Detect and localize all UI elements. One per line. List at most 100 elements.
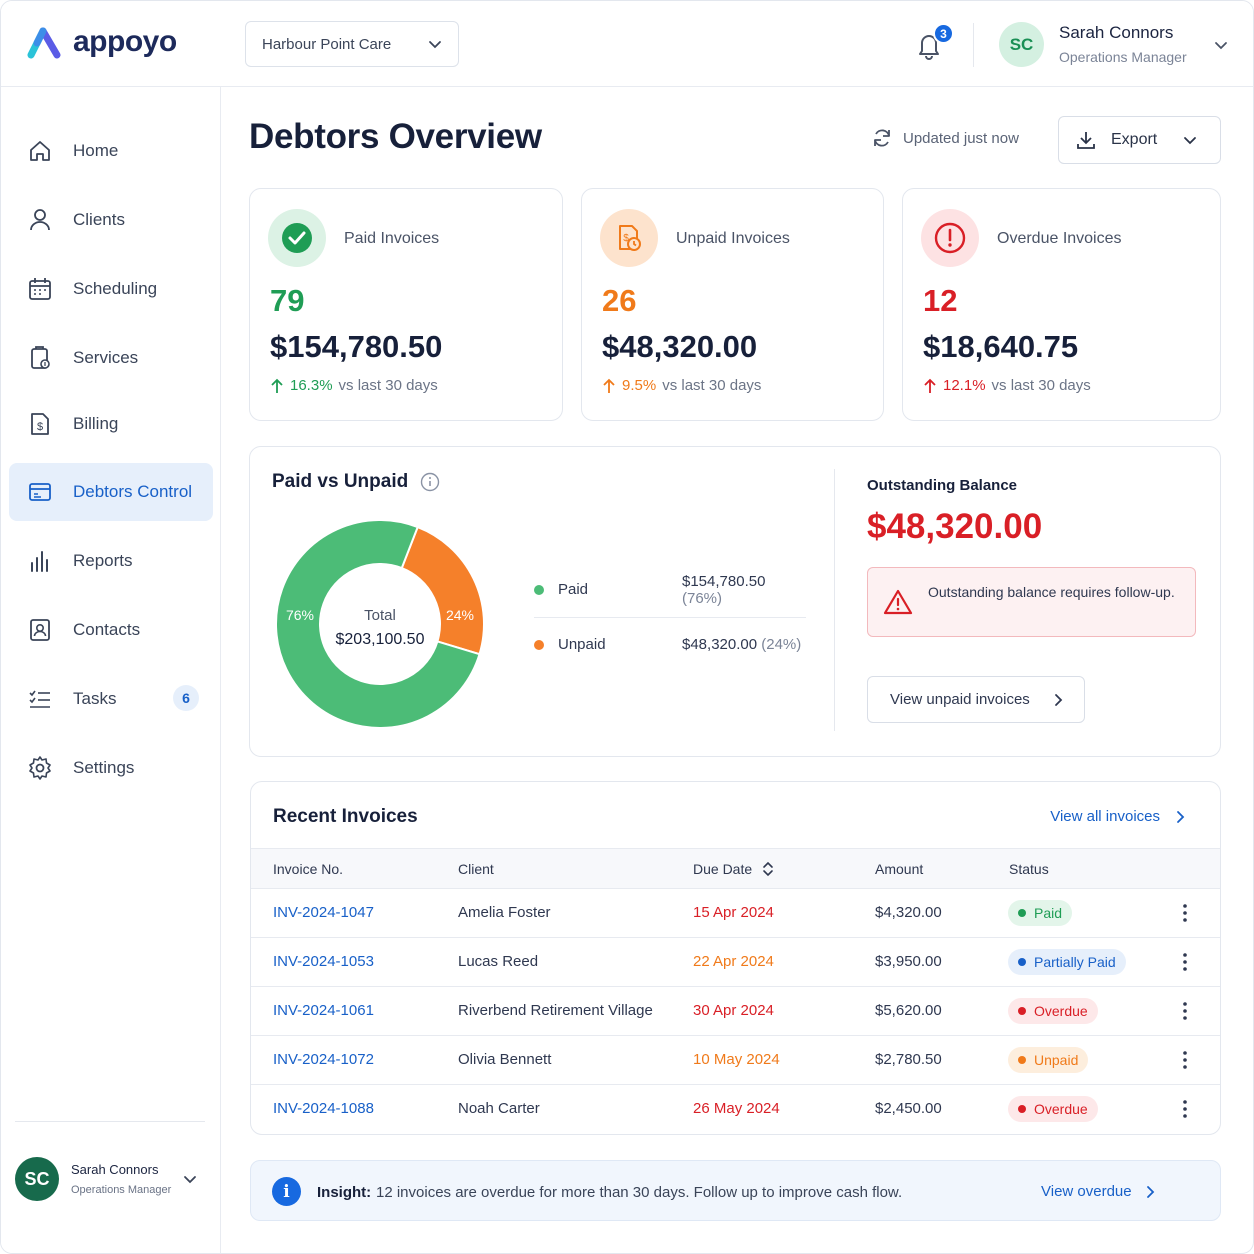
kpi-card-paid[interactable]: Paid Invoices 79 $154,780.50 16.3% vs la…: [249, 188, 563, 421]
more-options-icon[interactable]: [1181, 903, 1189, 923]
brand-logo[interactable]: appoyo: [27, 25, 177, 59]
button-label: View unpaid invoices: [890, 691, 1030, 708]
column-header-due-date[interactable]: Due Date: [693, 861, 774, 877]
legend-percent: (24%): [761, 636, 802, 653]
chevron-down-icon: [1184, 137, 1197, 145]
avatar[interactable]: SC: [999, 22, 1044, 67]
status-label: Partially Paid: [1034, 954, 1116, 970]
chevron-down-icon[interactable]: [1213, 37, 1229, 53]
table-row[interactable]: INV-2024-1088 Noah Carter 26 May 2024 $2,45…: [251, 1085, 1220, 1134]
legend-amount: $154,780.50: [682, 572, 766, 590]
page-title: Debtors Overview: [249, 117, 542, 156]
export-label: Export: [1111, 131, 1158, 148]
link-label: View overdue: [1041, 1183, 1132, 1200]
insight-text: 12 invoices are overdue for more than 30…: [376, 1184, 903, 1201]
table-row[interactable]: INV-2024-1072 Olivia Bennett 10 May 2024 $2…: [251, 1036, 1220, 1085]
chevron-right-icon: [1054, 693, 1063, 706]
more-options-icon[interactable]: [1181, 1099, 1189, 1119]
sidebar-item-label: Home: [73, 141, 119, 160]
sidebar-item-label: Contacts: [73, 620, 141, 639]
donut-center-label: Total: [364, 607, 396, 624]
more-options-icon[interactable]: [1181, 952, 1189, 972]
legend-amount: $48,320.00: [682, 636, 758, 653]
sidebar-item-tasks[interactable]: Tasks 6: [9, 670, 213, 728]
sidebar-divider: [15, 1121, 205, 1122]
view-overdue-link[interactable]: View overdue: [1041, 1183, 1156, 1200]
view-unpaid-invoices-button[interactable]: View unpaid invoices: [867, 676, 1085, 723]
sidebar-item-label: Settings: [73, 758, 135, 777]
calendar-icon: [29, 278, 51, 300]
top-bar: appoyo Harbour Point Care 3 SC Sarah Con…: [1, 1, 1253, 87]
table-row[interactable]: INV-2024-1061 Riverbend Retirement Villag…: [251, 987, 1220, 1036]
client-name: Amelia Foster: [458, 904, 551, 921]
table-row[interactable]: INV-2024-1047 Amelia Foster 15 Apr 2024 $4,…: [251, 889, 1220, 938]
status-dot: [1018, 1105, 1026, 1113]
insight-banner: i Insight: 12 invoices are overdue for m…: [250, 1160, 1221, 1221]
appoyo-logo-icon: [27, 27, 61, 59]
status-dot: [1018, 909, 1026, 917]
kpi-card-unpaid[interactable]: $ Unpaid Invoices 26 $48,320.00 9.5% vs …: [581, 188, 884, 421]
arrow-up-icon: [924, 378, 936, 393]
status-label: Paid: [1034, 905, 1063, 921]
column-header[interactable]: Client: [458, 861, 494, 877]
sidebar-item-settings[interactable]: Settings: [9, 739, 213, 797]
kpi-change: 12.1%: [943, 377, 986, 394]
invoice-number-link[interactable]: INV-2024-1047: [273, 904, 374, 921]
kpi-change: 16.3%: [290, 377, 333, 394]
sidebar-item-clients[interactable]: Clients: [9, 191, 213, 249]
invoice-number-link[interactable]: INV-2024-1072: [273, 1051, 374, 1068]
sidebar-item-scheduling[interactable]: Scheduling: [9, 260, 213, 318]
info-icon[interactable]: [420, 472, 440, 492]
avatar[interactable]: SC: [15, 1157, 59, 1201]
alert-circle-icon: [921, 209, 979, 267]
kpi-trend: 16.3% vs last 30 days: [270, 377, 438, 394]
invoice-amount: $2,450.00: [875, 1100, 942, 1117]
export-button[interactable]: Export: [1058, 116, 1221, 164]
sidebar: Home Clients Scheduling Services $ Billi…: [1, 87, 221, 1253]
svg-text:$: $: [623, 233, 629, 244]
view-all-invoices-link[interactable]: View all invoices: [1050, 808, 1186, 825]
organisation-selector[interactable]: Harbour Point Care: [245, 21, 459, 67]
legend-swatch: [534, 584, 544, 595]
column-header[interactable]: Invoice No.: [273, 861, 343, 877]
column-header[interactable]: Status: [1009, 861, 1049, 877]
invoice-number-link[interactable]: INV-2024-1088: [273, 1100, 374, 1117]
updated-label: Updated just now: [903, 129, 1019, 147]
donut-unpaid-pct: 24%: [446, 607, 474, 623]
sidebar-user-name[interactable]: Sarah Connors: [71, 1162, 158, 1177]
sidebar-item-home[interactable]: Home: [9, 122, 213, 180]
kpi-card-overdue[interactable]: Overdue Invoices 12 $18,640.75 12.1% vs …: [902, 188, 1221, 421]
sidebar-item-services[interactable]: Services: [9, 329, 213, 387]
status-label: Overdue: [1034, 1003, 1088, 1019]
arrow-up-icon: [603, 378, 615, 393]
sidebar-item-debtors-control[interactable]: Debtors Control: [9, 463, 213, 521]
sidebar-item-contacts[interactable]: Contacts: [9, 601, 213, 659]
sidebar-item-billing[interactable]: $ Billing: [9, 395, 213, 453]
invoice-number-link[interactable]: INV-2024-1053: [273, 953, 374, 970]
user-name[interactable]: Sarah Connors: [1059, 23, 1173, 43]
kpi-amount: $154,780.50: [270, 329, 443, 364]
due-date: 30 Apr 2024: [693, 1002, 774, 1019]
more-options-icon[interactable]: [1181, 1050, 1189, 1070]
legend-item-unpaid: Unpaid $48,320.00 (24%): [534, 636, 806, 653]
legend-value: $154,780.50 (76%): [682, 573, 806, 607]
legend-name: Paid: [558, 581, 589, 598]
status-dot: [1018, 1056, 1026, 1064]
sidebar-item-reports[interactable]: Reports: [9, 532, 213, 590]
info-icon: i: [272, 1177, 301, 1206]
kpi-trend: 12.1% vs last 30 days: [923, 377, 1091, 394]
column-header[interactable]: Amount: [875, 861, 923, 877]
legend-divider: [534, 617, 806, 618]
status-dot: [1018, 1007, 1026, 1015]
alert-text: Outstanding balance requires follow-up.: [928, 584, 1175, 600]
brand-name: appoyo: [73, 25, 177, 58]
chevron-down-icon[interactable]: [183, 1172, 197, 1186]
table-row[interactable]: INV-2024-1053 Lucas Reed 22 Apr 2024 $3,950…: [251, 938, 1220, 987]
refresh-status[interactable]: Updated just now: [871, 127, 1019, 149]
due-date: 26 May 2024: [693, 1100, 780, 1117]
more-options-icon[interactable]: [1181, 1001, 1189, 1021]
status-label: Overdue: [1034, 1101, 1088, 1117]
section-divider: [834, 469, 835, 731]
invoice-number-link[interactable]: INV-2024-1061: [273, 1002, 374, 1019]
warning-icon: [883, 589, 913, 615]
